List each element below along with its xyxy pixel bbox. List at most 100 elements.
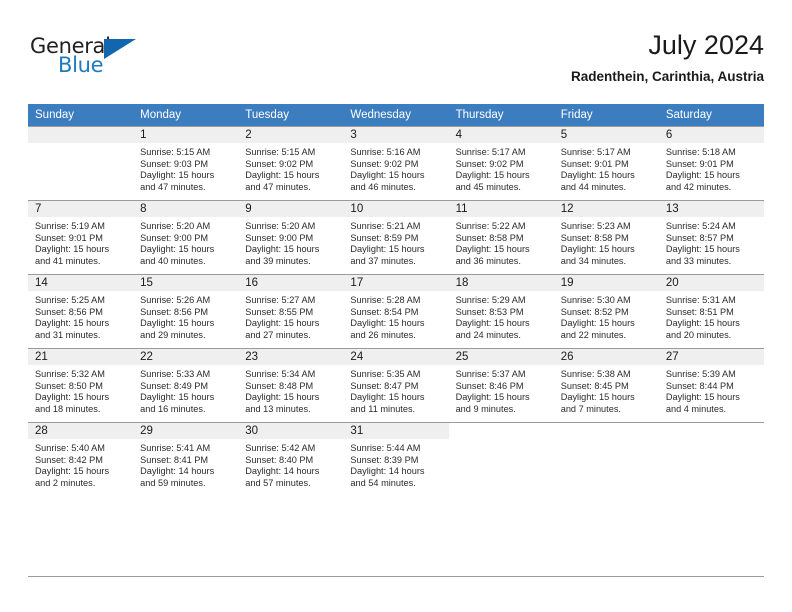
calendar-day-1: 1 Sunrise: 5:15 AM Sunset: 9:03 PM Daylight… — [133, 126, 239, 200]
calendar-day-cell[interactable]: 30 Sunrise: 5:42 AM Sunset: 8:40 PM Dayligh… — [238, 422, 344, 496]
day-info-line: Daylight: 15 hours — [560, 392, 635, 403]
day-number: 12 — [553, 201, 659, 217]
day-info-line: Daylight: 15 hours — [455, 170, 530, 181]
calendar-day-cell[interactable] — [448, 422, 554, 496]
day-info-line: Sunrise: 5:37 AM — [455, 369, 526, 379]
day-sun-info: Sunrise: 5:23 AM Sunset: 8:58 PM Daylight:… — [554, 217, 659, 267]
day-info-line: Sunrise: 5:40 AM — [35, 443, 105, 453]
calendar-day-cell[interactable]: 8 Sunrise: 5:20 AM Sunset: 9:00 PM Daylight… — [133, 200, 239, 274]
brand-logo[interactable]: General Blue — [28, 34, 228, 90]
day-info-line: Sunrise: 5:20 AM — [140, 221, 211, 231]
calendar-day-cell[interactable]: 12 Sunrise: 5:23 AM Sunset: 8:58 PM Dayligh… — [553, 200, 659, 274]
calendar-day-cell[interactable]: 14 Sunrise: 5:25 AM Sunset: 8:56 PM Dayligh… — [28, 274, 134, 348]
day-info-line: Sunrise: 5:16 AM — [350, 147, 421, 157]
day-number: 6 — [658, 127, 764, 143]
day-info-line: Daylight: 15 hours — [560, 170, 635, 181]
day-info-line: Sunset: 8:48 PM — [245, 380, 314, 391]
day-info-line: Sunrise: 5:17 AM — [560, 147, 631, 157]
calendar-day-cell[interactable]: 17 Sunrise: 5:28 AM Sunset: 8:54 PM Dayligh… — [343, 274, 449, 348]
calendar-day-cell[interactable]: 19 Sunrise: 5:30 AM Sunset: 8:52 PM Dayligh… — [553, 274, 659, 348]
calendar-day-cell[interactable]: 11 Sunrise: 5:22 AM Sunset: 8:58 PM Dayligh… — [448, 200, 554, 274]
day-sun-info: Sunrise: 5:42 AM Sunset: 8:40 PM Daylight:… — [238, 439, 343, 489]
calendar-day-cell[interactable]: 7 Sunrise: 5:19 AM Sunset: 9:01 PM Daylight… — [28, 200, 134, 274]
day-info-line: and 20 minutes. — [665, 329, 732, 340]
calendar-day-cell[interactable]: 4 Sunrise: 5:17 AM Sunset: 9:02 PM Daylight… — [448, 126, 554, 200]
calendar-day-20: 20 Sunrise: 5:31 AM Sunset: 8:51 PM Dayligh… — [658, 274, 764, 348]
day-sun-info: Sunrise: 5:28 AM Sunset: 8:54 PM Daylight:… — [343, 291, 448, 341]
day-info-line: and 26 minutes. — [350, 329, 416, 340]
day-info-line: Daylight: 15 hours — [140, 392, 215, 403]
day-info-line: Sunrise: 5:19 AM — [35, 221, 105, 231]
day-info-line: Sunset: 9:01 PM — [560, 158, 629, 169]
calendar-day-cell[interactable]: 20 Sunrise: 5:31 AM Sunset: 8:51 PM Dayligh… — [658, 274, 764, 348]
day-info-line: and 9 minutes. — [455, 403, 516, 414]
day-info-line: and 31 minutes. — [35, 329, 101, 340]
calendar-day-cell[interactable]: 3 Sunrise: 5:16 AM Sunset: 9:02 PM Daylight… — [343, 126, 449, 200]
day-info-line: and 37 minutes. — [350, 255, 416, 266]
weekday-header-monday: Monday — [133, 104, 239, 126]
calendar-day-cell[interactable]: 22 Sunrise: 5:33 AM Sunset: 8:49 PM Dayligh… — [133, 348, 239, 422]
day-info-line: and 4 minutes. — [665, 403, 727, 414]
calendar-day-cell[interactable]: 5 Sunrise: 5:17 AM Sunset: 9:01 PM Daylight… — [553, 126, 659, 200]
calendar-day-2: 2 Sunrise: 5:15 AM Sunset: 9:02 PM Daylight… — [238, 126, 344, 200]
calendar-day-cell[interactable]: 6 Sunrise: 5:18 AM Sunset: 9:01 PM Daylight… — [658, 126, 764, 200]
calendar-week-row: 28 Sunrise: 5:40 AM Sunset: 8:42 PM Dayligh… — [28, 422, 764, 496]
day-info-line: and 57 minutes. — [245, 477, 311, 488]
day-info-line: Sunset: 8:46 PM — [455, 380, 524, 391]
day-sun-info: Sunrise: 5:38 AM Sunset: 8:45 PM Daylight:… — [554, 365, 659, 415]
calendar-day-cell[interactable]: 15 Sunrise: 5:26 AM Sunset: 8:56 PM Dayligh… — [133, 274, 239, 348]
calendar-day-cell[interactable] — [553, 422, 659, 496]
calendar-day-cell[interactable]: 31 Sunrise: 5:44 AM Sunset: 8:39 PM Dayligh… — [343, 422, 449, 496]
day-sun-info: Sunrise: 5:30 AM Sunset: 8:52 PM Daylight:… — [554, 291, 659, 341]
day-info-line: and 29 minutes. — [140, 329, 206, 340]
day-number: 15 — [133, 275, 239, 291]
calendar-day-cell[interactable]: 23 Sunrise: 5:34 AM Sunset: 8:48 PM Dayligh… — [238, 348, 344, 422]
day-info-line: Daylight: 15 hours — [455, 318, 530, 329]
calendar-day-cell[interactable]: 28 Sunrise: 5:40 AM Sunset: 8:42 PM Dayligh… — [28, 422, 134, 496]
day-info-line: and 27 minutes. — [245, 329, 311, 340]
day-info-line: and 13 minutes. — [245, 403, 311, 414]
day-sun-info: Sunrise: 5:24 AM Sunset: 8:57 PM Daylight:… — [659, 217, 764, 267]
day-info-line: Sunrise: 5:17 AM — [455, 147, 526, 157]
calendar-day-12: 12 Sunrise: 5:23 AM Sunset: 8:58 PM Dayligh… — [553, 200, 659, 274]
day-number: 4 — [448, 127, 554, 143]
day-sun-info: Sunrise: 5:29 AM Sunset: 8:53 PM Daylight:… — [449, 291, 554, 341]
day-info-line: Sunset: 9:03 PM — [140, 158, 209, 169]
calendar-day-cell[interactable]: 1 Sunrise: 5:15 AM Sunset: 9:03 PM Daylight… — [133, 126, 239, 200]
calendar-day-cell[interactable] — [658, 422, 764, 496]
day-number: 23 — [238, 349, 344, 365]
day-info-line: Daylight: 15 hours — [140, 170, 215, 181]
weekday-header-friday: Friday — [553, 104, 659, 126]
calendar-day-cell[interactable]: 24 Sunrise: 5:35 AM Sunset: 8:47 PM Dayligh… — [343, 348, 449, 422]
calendar-day-cell[interactable]: 16 Sunrise: 5:27 AM Sunset: 8:55 PM Dayligh… — [238, 274, 344, 348]
calendar-day-28: 28 Sunrise: 5:40 AM Sunset: 8:42 PM Dayligh… — [28, 422, 134, 496]
day-info-line: and 46 minutes. — [350, 181, 416, 192]
day-info-line: and 11 minutes. — [350, 403, 416, 414]
calendar-day-cell[interactable]: 21 Sunrise: 5:32 AM Sunset: 8:50 PM Dayligh… — [28, 348, 134, 422]
calendar-day-cell[interactable] — [28, 126, 134, 200]
calendar-day-26: 26 Sunrise: 5:38 AM Sunset: 8:45 PM Dayligh… — [553, 348, 659, 422]
calendar-day-cell[interactable]: 18 Sunrise: 5:29 AM Sunset: 8:53 PM Dayligh… — [448, 274, 554, 348]
day-info-line: Sunset: 8:56 PM — [140, 306, 209, 317]
day-info-line: and 59 minutes. — [140, 477, 206, 488]
day-info-line: and 47 minutes. — [140, 181, 206, 192]
calendar-day-cell[interactable]: 26 Sunrise: 5:38 AM Sunset: 8:45 PM Dayligh… — [553, 348, 659, 422]
calendar-day-cell[interactable]: 29 Sunrise: 5:41 AM Sunset: 8:41 PM Dayligh… — [133, 422, 239, 496]
calendar-day-cell[interactable]: 27 Sunrise: 5:39 AM Sunset: 8:44 PM Dayligh… — [658, 348, 764, 422]
calendar-day-25: 25 Sunrise: 5:37 AM Sunset: 8:46 PM Dayligh… — [448, 348, 554, 422]
day-sun-info: Sunrise: 5:15 AM Sunset: 9:03 PM Daylight:… — [133, 143, 238, 193]
day-info-line: Sunrise: 5:20 AM — [245, 221, 316, 231]
day-number: 28 — [28, 423, 134, 439]
day-info-line: Daylight: 15 hours — [665, 318, 740, 329]
calendar-day-cell[interactable]: 2 Sunrise: 5:15 AM Sunset: 9:02 PM Daylight… — [238, 126, 344, 200]
calendar-day-cell[interactable]: 13 Sunrise: 5:24 AM Sunset: 8:57 PM Dayligh… — [658, 200, 764, 274]
calendar-week-row: 21 Sunrise: 5:32 AM Sunset: 8:50 PM Dayligh… — [28, 348, 764, 422]
calendar-day-cell[interactable]: 10 Sunrise: 5:21 AM Sunset: 8:59 PM Dayligh… — [343, 200, 449, 274]
day-info-line: Sunset: 8:53 PM — [455, 306, 524, 317]
weekday-header-wednesday: Wednesday — [343, 104, 449, 126]
day-sun-info: Sunrise: 5:25 AM Sunset: 8:56 PM Daylight:… — [28, 291, 133, 341]
calendar-day-cell[interactable]: 25 Sunrise: 5:37 AM Sunset: 8:46 PM Dayligh… — [448, 348, 554, 422]
day-info-line: Sunset: 8:55 PM — [245, 306, 314, 317]
day-info-line: Sunset: 8:59 PM — [350, 232, 419, 243]
calendar-day-cell[interactable]: 9 Sunrise: 5:20 AM Sunset: 9:00 PM Daylight… — [238, 200, 344, 274]
